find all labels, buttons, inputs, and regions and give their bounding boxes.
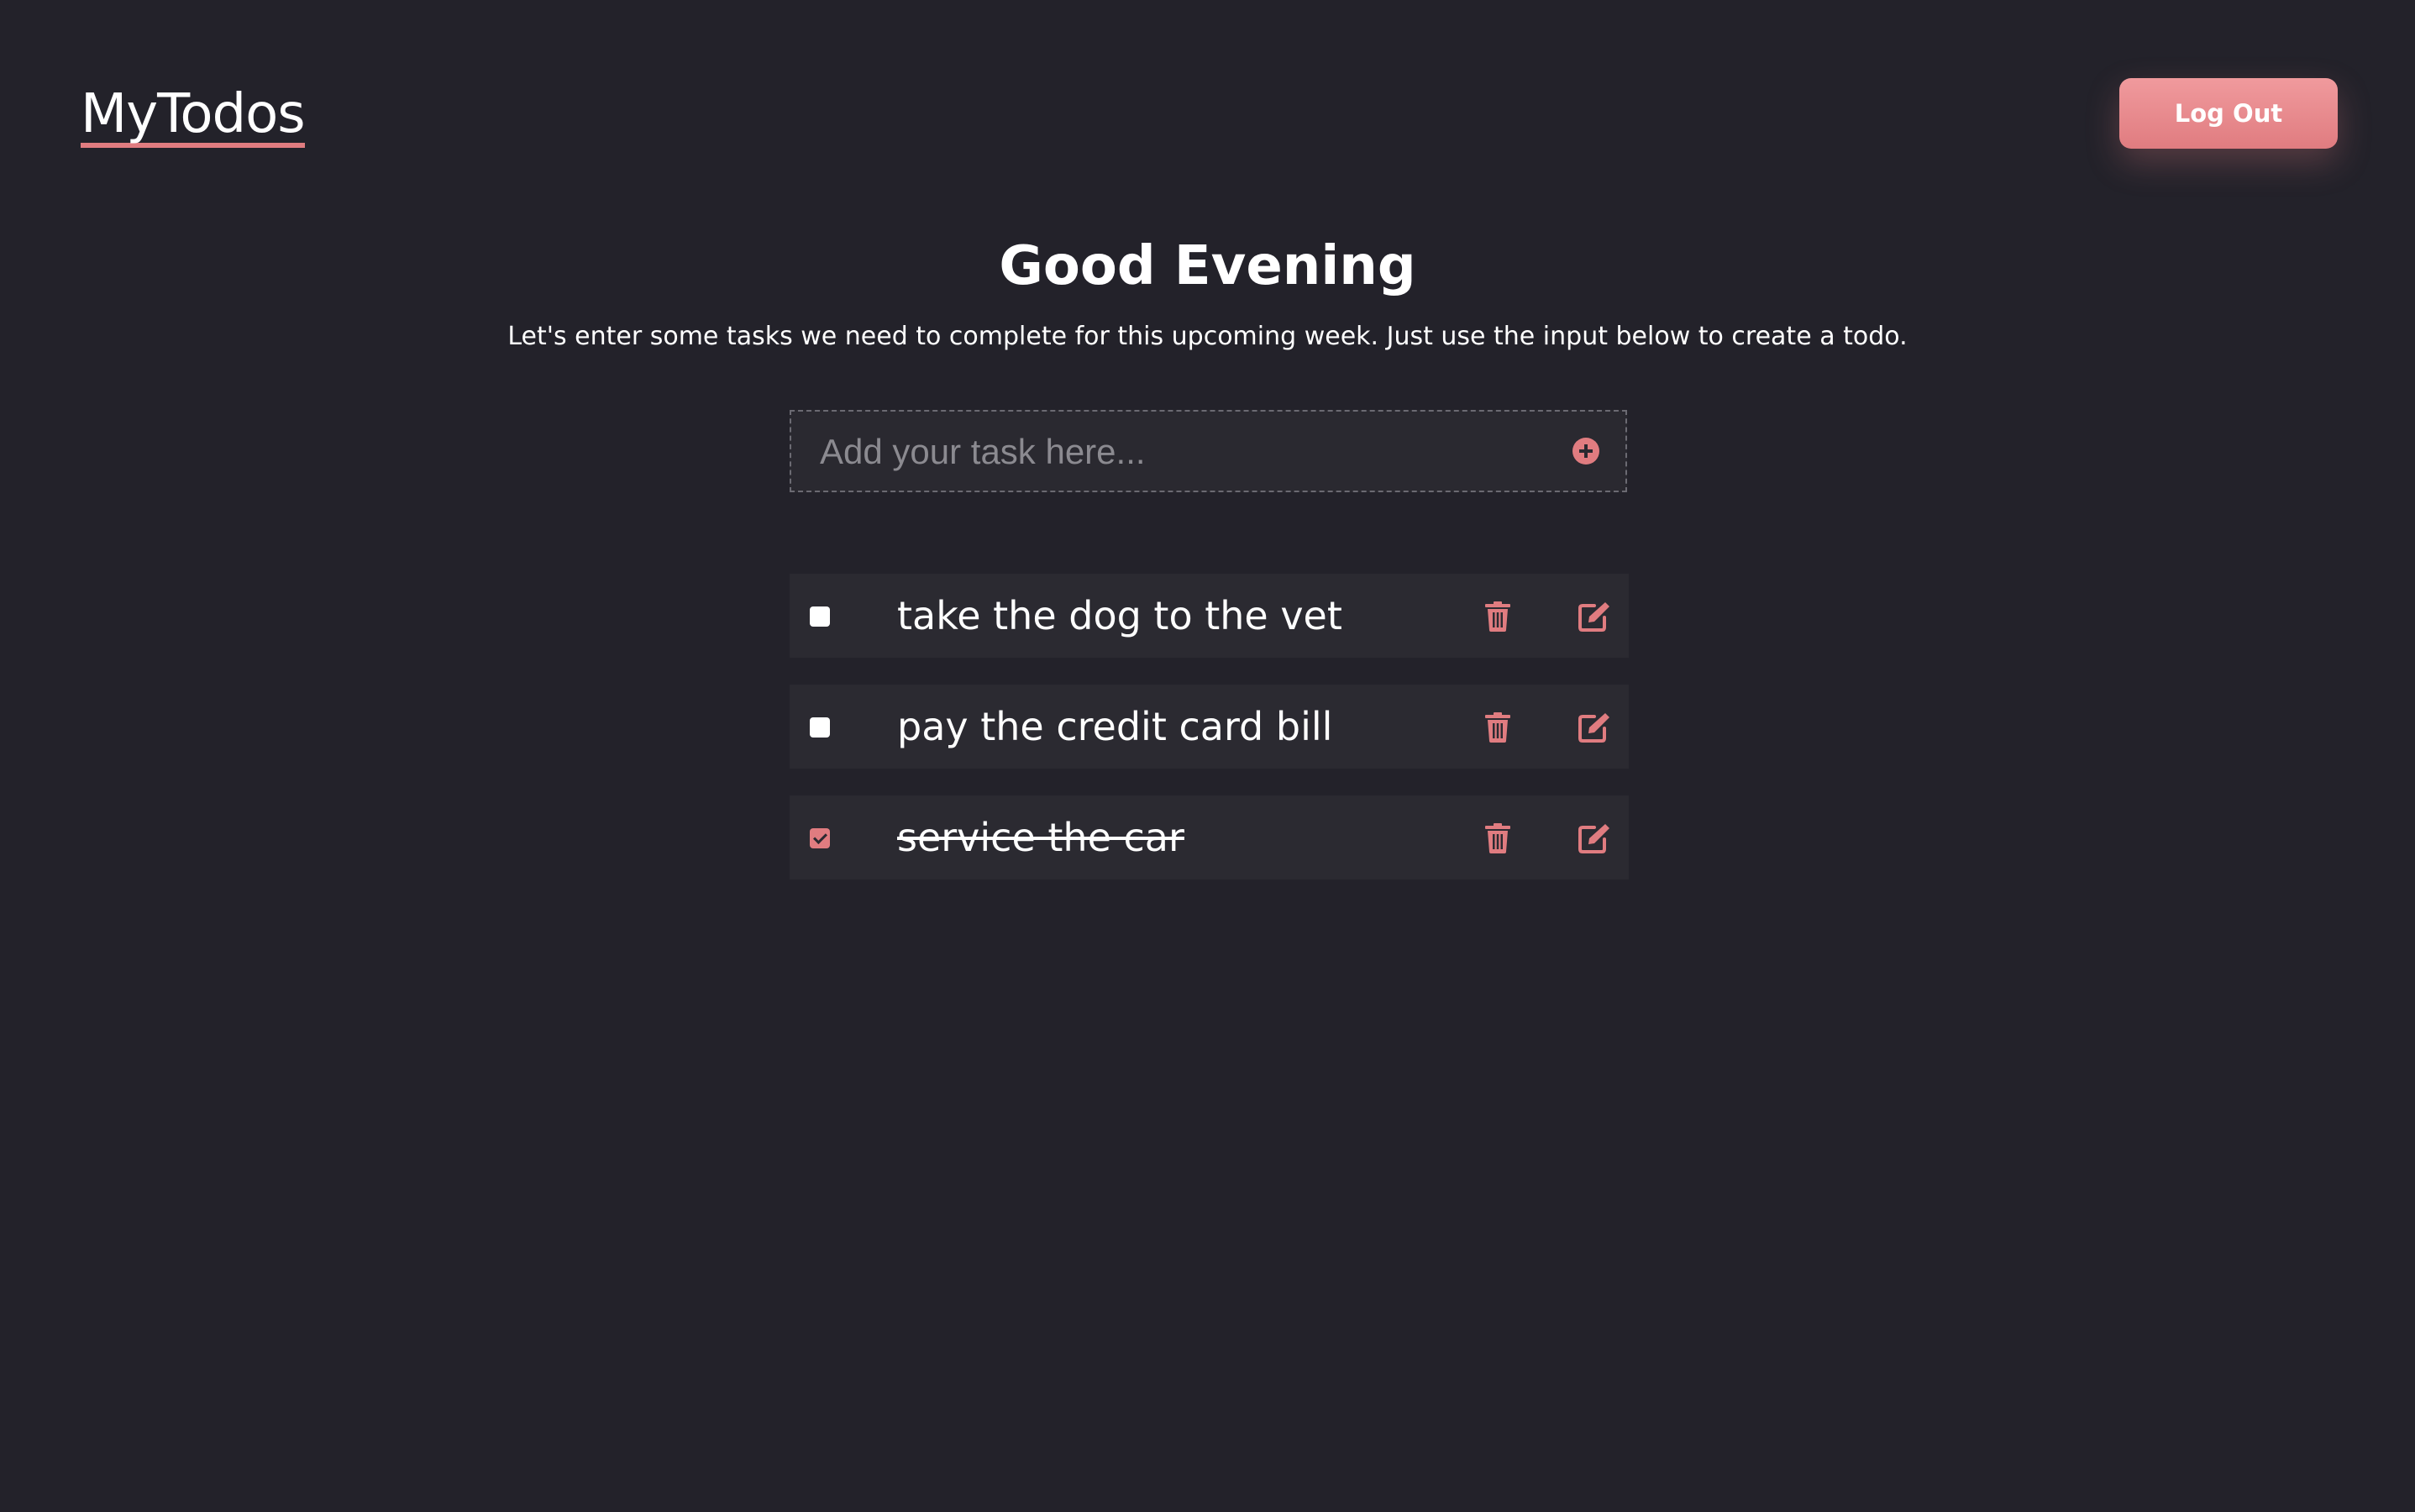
page-title: Good Evening [999,235,1416,297]
plus-circle-icon[interactable] [1572,438,1599,465]
todo-checkbox[interactable] [810,717,830,738]
app-logo-link[interactable]: MyTodos [81,77,306,148]
todo-text: pay the credit card bill [897,704,1333,749]
todo-checkbox[interactable] [810,828,830,848]
page-subtitle: Let's enter some tasks we need to comple… [507,322,1908,351]
todo-checkbox[interactable] [810,606,830,627]
trash-icon[interactable] [1485,823,1510,853]
trash-icon[interactable] [1485,601,1510,632]
trash-icon[interactable] [1485,712,1510,743]
page: MyTodos Log Out Good Evening Let's enter… [0,0,2415,1512]
todo-list: take the dog to the vet pay the credit c… [790,574,1629,906]
todo-item: pay the credit card bill [790,685,1629,769]
add-task-input[interactable] [818,412,1544,492]
edit-icon[interactable] [1578,601,1611,633]
add-task-form [790,410,1627,492]
todo-text: take the dog to the vet [897,593,1342,638]
todo-text: service the car [897,815,1184,860]
todo-item: take the dog to the vet [790,574,1629,658]
todo-item: service the car [790,795,1629,879]
log-out-button[interactable]: Log Out [2119,78,2338,149]
edit-icon[interactable] [1578,711,1611,743]
edit-icon[interactable] [1578,822,1611,854]
